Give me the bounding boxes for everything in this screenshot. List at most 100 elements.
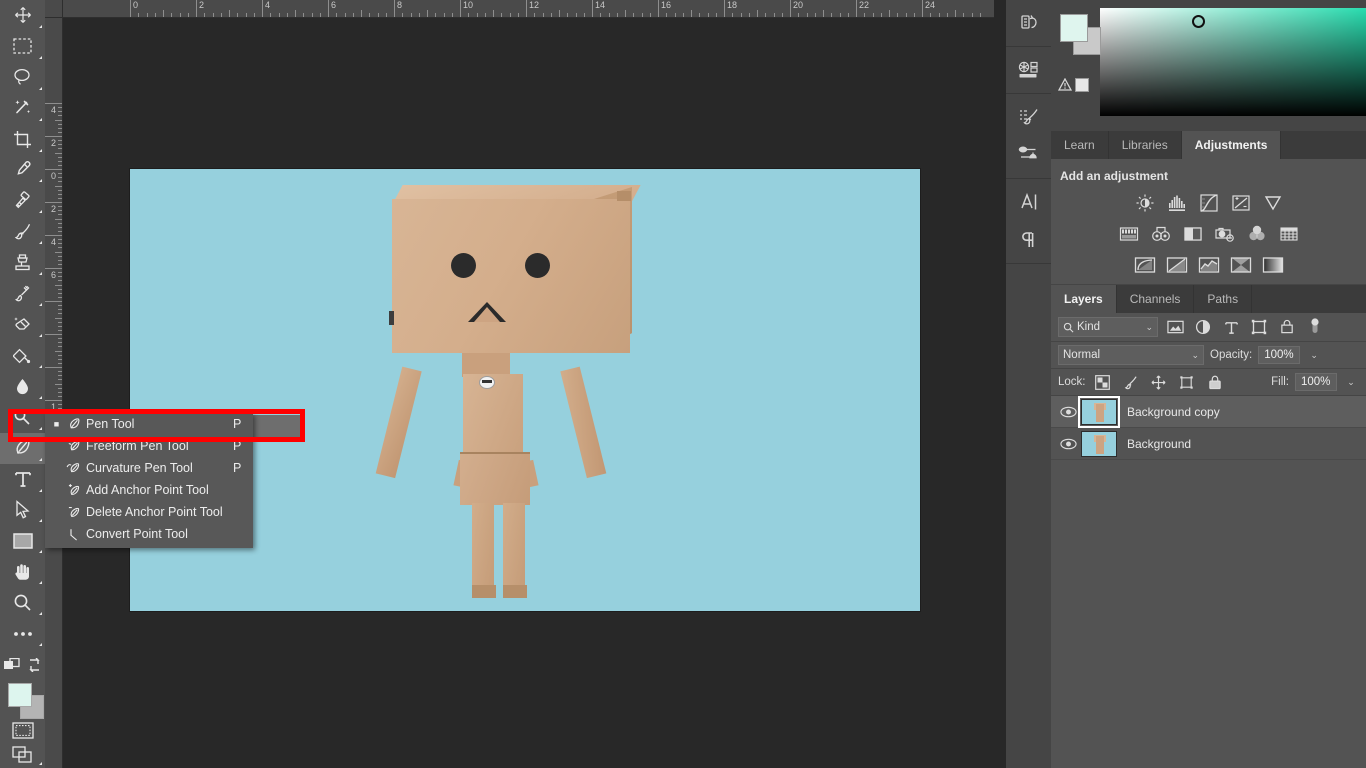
tool-marquee[interactable] [0,31,45,62]
tool-pen[interactable] [0,432,45,464]
channel-mixer-icon[interactable] [1246,223,1268,245]
filter-pixel-layers-icon[interactable] [1164,317,1186,337]
tool-eyedropper[interactable] [0,155,45,186]
dock-character-icon[interactable] [1006,183,1051,221]
filter-type-layers-icon[interactable] [1220,317,1242,337]
danbo-left-foot [472,585,496,598]
tool-crop[interactable] [0,124,45,155]
filter-adjustment-layers-icon[interactable] [1192,317,1214,337]
flyout-item-delete-anchor-point-tool[interactable]: Delete Anchor Point Tool [45,501,253,523]
color-panel-white-swatch[interactable] [1075,78,1089,92]
lock-transparency-checkerboard-icon[interactable] [1092,372,1114,392]
threshold-icon[interactable] [1198,254,1220,276]
hue-saturation-icon[interactable] [1118,223,1140,245]
quick-mask-icon[interactable] [0,718,45,743]
ruler-tick [328,0,329,17]
tool-history-brush[interactable] [0,278,45,309]
posterize-icon[interactable] [1166,254,1188,276]
fill-value[interactable]: 100% [1295,373,1337,391]
brightness-icon[interactable] [1134,192,1156,214]
curves-icon[interactable] [1198,192,1220,214]
tool-rectangle[interactable] [0,525,45,556]
tool-blur[interactable] [0,371,45,402]
dock-group-history [1006,0,1051,47]
tool-eraser[interactable] [0,309,45,340]
tab-libraries[interactable]: Libraries [1108,131,1182,159]
ruler-minor-tick [58,131,62,133]
color-balance-icon[interactable] [1150,223,1172,245]
dock-brush-settings-icon[interactable] [1006,98,1051,136]
tool-hand[interactable] [0,556,45,587]
photo-filter-icon[interactable] [1214,223,1236,245]
tab-layers[interactable]: Layers [1051,285,1117,313]
dock-properties-icon[interactable] [1006,51,1051,89]
exposure-icon[interactable] [1230,192,1252,214]
opacity-value[interactable]: 100% [1258,346,1301,364]
filter-smart-objects-icon[interactable] [1276,317,1298,337]
flyout-item-convert-point-tool[interactable]: Convert Point Tool [45,523,253,545]
layer-visibility-eye-icon[interactable] [1055,438,1081,450]
lock-artboard-icon[interactable] [1176,372,1198,392]
tab-learn[interactable]: Learn [1051,131,1109,159]
tool-clone-stamp[interactable] [0,247,45,278]
tab-adjustments[interactable]: Adjustments [1181,131,1282,159]
tab-channels[interactable]: Channels [1116,285,1195,313]
layer-row-background[interactable]: Background [1051,428,1366,460]
layer-visibility-eye-icon[interactable] [1055,406,1081,418]
flyout-item-add-anchor-point-tool[interactable]: Add Anchor Point Tool [45,479,253,501]
flyout-item-pen-tool[interactable]: ■ Pen Tool P [45,413,253,435]
flyout-item-curvature-pen-tool[interactable]: Curvature Pen Tool P [45,457,253,479]
blend-mode-select[interactable]: Normal ⌄ [1058,345,1204,365]
tool-type[interactable] [0,464,45,495]
tool-brush[interactable] [0,216,45,247]
color-panel-foreground-swatch[interactable] [1060,14,1088,42]
layer-thumbnail[interactable] [1078,395,1120,428]
tab-paths[interactable]: Paths [1194,285,1253,313]
color-lookup-grid-icon[interactable] [1278,223,1300,245]
tool-healing-brush[interactable] [0,185,45,216]
gradient-map-icon[interactable] [1262,254,1284,276]
horizontal-ruler[interactable]: 0 2 4 6 8 10 12 14 16 18 20 22 24 [63,0,994,18]
tool-lasso[interactable] [0,62,45,93]
tool-magic-wand[interactable] [0,93,45,124]
ruler-minor-tick [58,354,62,356]
dock-brush-presets-icon[interactable] [1006,136,1051,174]
selective-color-icon[interactable] [1230,254,1252,276]
color-swatches[interactable] [0,679,45,720]
lock-row: Lock: Fill: 100% ⌄ [1051,369,1366,395]
document-workspace[interactable] [63,18,994,768]
color-picker-marker[interactable] [1192,15,1205,28]
lock-position-move-icon[interactable] [1148,372,1170,392]
layer-filter-toggle[interactable] [1304,317,1326,337]
lock-image-brush-icon[interactable] [1120,372,1142,392]
gamut-warning-icon[interactable] [1057,77,1073,92]
dock-paragraph-icon[interactable] [1006,221,1051,259]
layer-kind-filter[interactable]: Kind ⌄ [1058,317,1158,337]
tool-zoom[interactable] [0,587,45,618]
opacity-chevron-icon[interactable]: ⌄ [1306,345,1322,365]
layer-thumbnail[interactable] [1081,430,1117,457]
danbo-right-foot [503,585,527,598]
vertical-ruler[interactable]: 420246121416 [45,18,63,768]
dock-history-icon[interactable] [1006,4,1051,42]
color-picker-field[interactable] [1100,8,1366,116]
foreground-color-swatch[interactable] [8,683,32,708]
flyout-item-freeform-pen-tool[interactable]: Freeform Pen Tool P [45,435,253,457]
lock-all-padlock-icon[interactable] [1204,372,1226,392]
tool-move[interactable] [0,0,45,31]
edit-toolbar-icon[interactable] [3,657,20,677]
invert-icon[interactable] [1134,254,1156,276]
fill-chevron-icon[interactable]: ⌄ [1343,372,1359,392]
pen-tool-flyout[interactable]: ■ Pen Tool P Freeform Pen Tool P Curvatu… [45,413,253,548]
swap-arrows-icon[interactable] [27,657,42,677]
tool-dodge[interactable] [0,402,45,433]
vibrance-triangle-icon[interactable] [1262,192,1284,214]
layer-row-background-copy[interactable]: Background copy [1051,395,1366,428]
tool-gradient[interactable] [0,340,45,371]
screen-mode-icon[interactable] [0,743,45,768]
tool-path-selection[interactable] [0,495,45,526]
levels-icon[interactable] [1166,192,1188,214]
black-white-icon[interactable] [1182,223,1204,245]
tool-more-ellipsis[interactable] [0,618,45,649]
filter-shape-layers-icon[interactable] [1248,317,1270,337]
